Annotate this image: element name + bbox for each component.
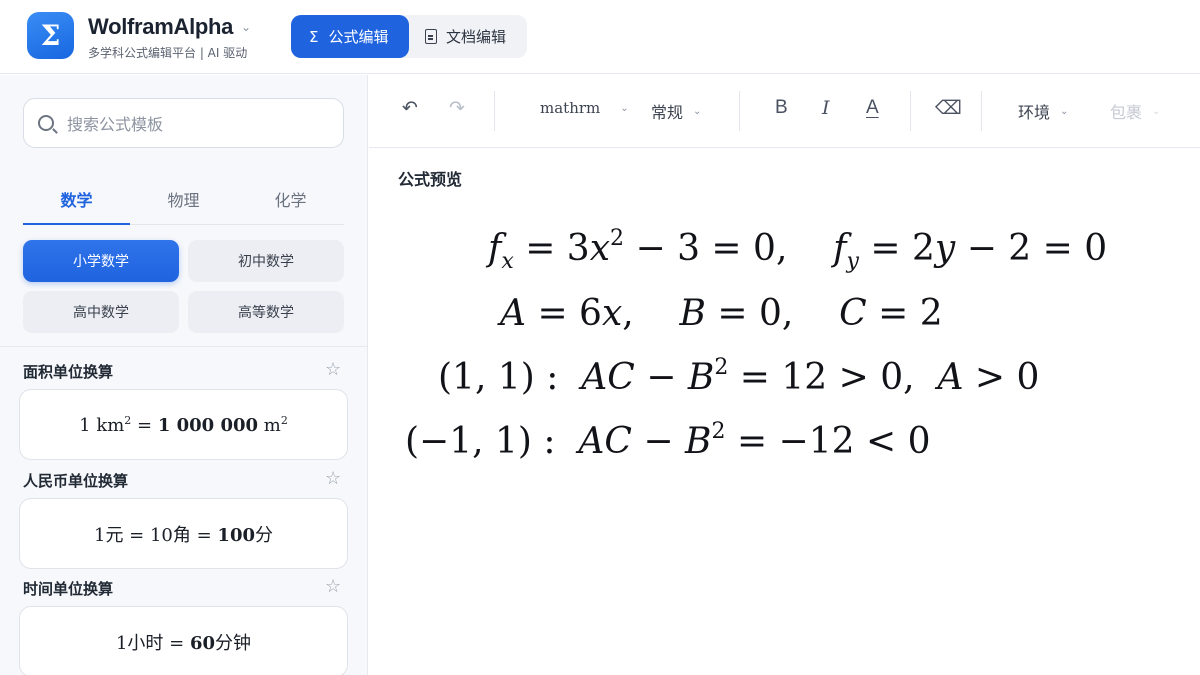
- font-select[interactable]: mathrm ⌄: [540, 99, 629, 117]
- chevron-down-icon: ⌄: [693, 105, 702, 117]
- document-edit-label: 文档编辑: [446, 28, 507, 46]
- environment-select[interactable]: 环境 ⌄: [1018, 99, 1068, 123]
- sidebar-divider: [0, 346, 367, 347]
- sigma-icon: Σ: [309, 27, 319, 46]
- formula-text: 1 km2 = 1 000 000 m2: [79, 413, 288, 436]
- text-color-icon[interactable]: A: [866, 97, 879, 119]
- formula-edit-label: 公式编辑: [328, 28, 389, 46]
- preview-label: 公式预览: [398, 170, 463, 189]
- document-icon: [425, 29, 437, 44]
- formula-text: 1小时 = 60分钟: [115, 632, 252, 654]
- bold-icon[interactable]: B: [775, 97, 788, 119]
- editor-toolbar: ↶ ↷ mathrm ⌄ 常规 ⌄ B I A ⌫ 环境 ⌄ 包裹 ⌄: [369, 75, 1200, 148]
- sigma-logo-icon: Σ: [40, 19, 61, 52]
- grade-junior-button[interactable]: 初中数学: [188, 240, 344, 282]
- chevron-down-icon: ⌄: [1060, 105, 1069, 117]
- formula-text: 1元 = 10角 = 100分: [94, 524, 273, 546]
- formula-line-4: (−1, 1) : AC − B2 = −12 < 0: [405, 419, 931, 463]
- formula-card-currency-units[interactable]: 1元 = 10角 = 100分: [19, 498, 348, 569]
- wrap-select[interactable]: 包裹 ⌄: [1110, 99, 1160, 123]
- redo-icon[interactable]: ↷: [449, 97, 465, 119]
- grade-primary-button[interactable]: 小学数学: [23, 240, 179, 282]
- template-search-input[interactable]: 搜索公式模板: [23, 98, 344, 148]
- font-select-value: mathrm: [540, 99, 601, 117]
- chevron-down-icon[interactable]: ⌄: [241, 20, 251, 34]
- eraser-icon[interactable]: ⌫: [935, 97, 962, 119]
- section-title-area-units: 面积单位换算: [23, 363, 114, 381]
- toolbar-divider: [739, 91, 740, 131]
- formula-line-1: fx = 3x2 − 3 = 0, fy = 2y − 2 = 0: [488, 226, 1108, 274]
- undo-icon[interactable]: ↶: [402, 97, 418, 119]
- subject-tabs: 数学 物理 化学: [23, 175, 344, 225]
- star-icon[interactable]: ☆: [325, 468, 341, 489]
- grade-senior-button[interactable]: 高中数学: [23, 291, 179, 333]
- template-sidebar: 搜索公式模板 数学 物理 化学 小学数学 初中数学 高中数学 高等数学 面积单位…: [0, 75, 368, 675]
- tab-chemistry[interactable]: 化学: [237, 187, 344, 211]
- formula-card-area-units[interactable]: 1 km2 = 1 000 000 m2: [19, 389, 348, 460]
- section-title-currency-units: 人民币单位换算: [23, 472, 129, 490]
- grade-advanced-button[interactable]: 高等数学: [188, 291, 344, 333]
- tab-math[interactable]: 数学: [23, 187, 130, 211]
- style-select[interactable]: 常规 ⌄: [651, 99, 701, 123]
- formula-edit-button[interactable]: Σ 公式编辑: [291, 15, 409, 58]
- formula-card-time-units[interactable]: 1小时 = 60分钟: [19, 606, 348, 675]
- search-placeholder: 搜索公式模板: [67, 115, 164, 134]
- star-icon[interactable]: ☆: [325, 359, 341, 380]
- app-title[interactable]: WolframAlpha: [88, 14, 233, 40]
- search-icon: [38, 115, 54, 131]
- toolbar-divider: [981, 91, 982, 131]
- app-subtitle: 多学科公式编辑平台 | AI 驱动: [88, 46, 248, 60]
- active-tab-indicator: [23, 223, 130, 225]
- environment-select-value: 环境: [1018, 103, 1051, 122]
- document-edit-button[interactable]: 文档编辑: [413, 15, 525, 58]
- italic-icon[interactable]: I: [822, 97, 830, 119]
- formula-line-3: (1, 1) : AC − B2 = 12 > 0, A > 0: [438, 355, 1040, 399]
- app-logo[interactable]: Σ: [27, 12, 74, 59]
- style-select-value: 常规: [651, 103, 684, 122]
- toolbar-divider: [910, 91, 911, 131]
- mode-switcher: Σ 公式编辑 文档编辑: [291, 15, 527, 58]
- chevron-down-icon: ⌄: [1152, 105, 1161, 117]
- app-header: Σ WolframAlpha ⌄ 多学科公式编辑平台 | AI 驱动 Σ 公式编…: [0, 0, 1200, 74]
- chevron-down-icon: ⌄: [620, 102, 629, 114]
- wrap-select-value: 包裹: [1110, 103, 1143, 122]
- toolbar-divider: [494, 91, 495, 131]
- tab-physics[interactable]: 物理: [130, 187, 237, 211]
- star-icon[interactable]: ☆: [325, 576, 341, 597]
- section-title-time-units: 时间单位换算: [23, 580, 114, 598]
- formula-line-2: A = 6x, B = 0, C = 2: [500, 293, 943, 334]
